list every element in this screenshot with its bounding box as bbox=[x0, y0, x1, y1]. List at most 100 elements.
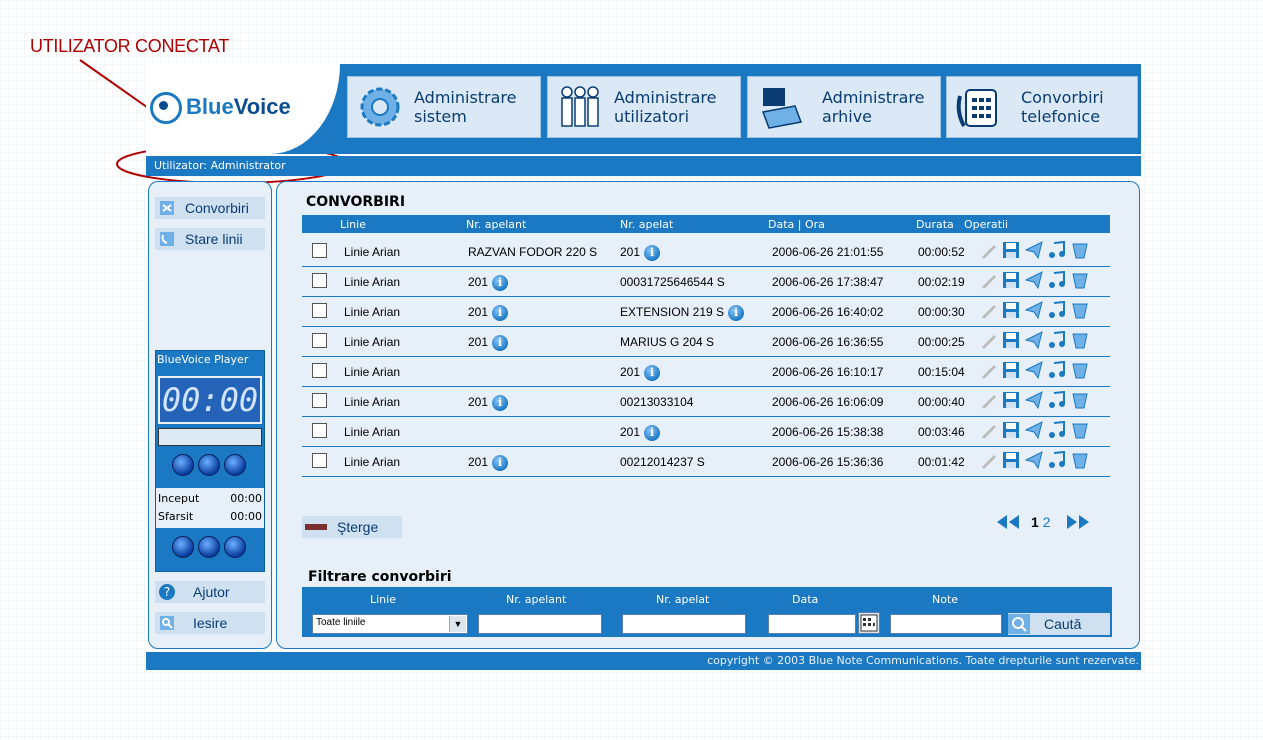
page-link-2[interactable]: 2 bbox=[1043, 514, 1051, 530]
send-email-icon[interactable] bbox=[1024, 240, 1044, 260]
play-icon[interactable] bbox=[1047, 330, 1067, 350]
first-page-icon[interactable] bbox=[995, 515, 1021, 529]
save-icon[interactable] bbox=[1001, 420, 1021, 440]
edit-note-icon[interactable] bbox=[978, 330, 998, 350]
delete-icon[interactable] bbox=[1070, 240, 1090, 260]
save-icon[interactable] bbox=[1001, 450, 1021, 470]
row-checkbox[interactable] bbox=[312, 363, 327, 378]
info-icon[interactable]: i bbox=[644, 245, 661, 261]
nav-phone-calls-button[interactable]: Convorbiri telefonice bbox=[946, 76, 1138, 138]
play-icon[interactable] bbox=[1047, 390, 1067, 410]
table-row[interactable]: Linie Arian 201 i EXTENSION 219 Si 2006-06-2… bbox=[302, 296, 1110, 327]
edit-note-icon[interactable] bbox=[978, 360, 998, 380]
edit-note-icon[interactable] bbox=[978, 240, 998, 260]
cell-date-time: 2006-06-26 16:10:17 bbox=[772, 365, 884, 379]
row-checkbox[interactable] bbox=[312, 273, 327, 288]
send-email-icon[interactable] bbox=[1024, 390, 1044, 410]
play-icon[interactable] bbox=[1047, 450, 1067, 470]
edit-note-icon[interactable] bbox=[978, 450, 998, 470]
cell-duration: 00:00:30 bbox=[918, 305, 965, 319]
row-checkbox[interactable] bbox=[312, 393, 327, 408]
send-email-icon[interactable] bbox=[1024, 300, 1044, 320]
play-icon[interactable] bbox=[1047, 270, 1067, 290]
table-row[interactable]: Linie Arian 201 i 00212014237 S 2006-06-26 1… bbox=[302, 446, 1110, 477]
set-end-marker-button[interactable] bbox=[198, 536, 220, 558]
play-icon[interactable] bbox=[1047, 360, 1067, 380]
callee-value: 00213033104 bbox=[620, 395, 694, 409]
sidebar-item-exit[interactable]: Iesire bbox=[155, 612, 265, 634]
search-button[interactable]: Caută bbox=[1008, 613, 1110, 635]
info-icon[interactable]: i bbox=[728, 305, 745, 321]
edit-note-icon[interactable] bbox=[978, 420, 998, 440]
send-email-icon[interactable] bbox=[1024, 450, 1044, 470]
info-icon[interactable]: i bbox=[492, 335, 509, 351]
callee-filter-input[interactable] bbox=[622, 614, 746, 634]
edit-note-icon[interactable] bbox=[978, 270, 998, 290]
send-email-icon[interactable] bbox=[1024, 270, 1044, 290]
delete-button[interactable]: Şterge bbox=[302, 516, 402, 538]
calendar-icon[interactable] bbox=[858, 612, 880, 634]
save-icon[interactable] bbox=[1001, 330, 1021, 350]
delete-icon[interactable] bbox=[1070, 450, 1090, 470]
nav-admin-users-button[interactable]: Administrare utilizatori bbox=[547, 76, 741, 138]
date-filter-input[interactable] bbox=[768, 614, 856, 634]
table-row[interactable]: Linie Arian 201 i 2006-06-26 16:10:17 00:15:… bbox=[302, 356, 1110, 387]
save-icon[interactable] bbox=[1001, 300, 1021, 320]
table-row[interactable]: Linie Arian RAZVAN FODOR 220 S 201 i 2006-06… bbox=[302, 236, 1110, 267]
rewind-button[interactable] bbox=[172, 454, 194, 476]
row-checkbox[interactable] bbox=[312, 423, 327, 438]
nav-admin-archive-button[interactable]: Administrare arhive bbox=[747, 76, 941, 138]
next-page-icon[interactable] bbox=[1065, 515, 1091, 529]
caller-filter-input[interactable] bbox=[478, 614, 602, 634]
info-icon[interactable]: i bbox=[492, 275, 509, 291]
stop-button[interactable] bbox=[224, 454, 246, 476]
sidebar-item-line-status[interactable]: Stare linii bbox=[155, 228, 265, 250]
play-icon[interactable] bbox=[1047, 420, 1067, 440]
delete-icon[interactable] bbox=[1070, 270, 1090, 290]
save-icon[interactable] bbox=[1001, 390, 1021, 410]
table-row[interactable]: Linie Arian 201 i 00213033104 2006-06-26 16:… bbox=[302, 386, 1110, 417]
table-row[interactable]: Linie Arian 201 i MARIUS G 204 S 2006-06-26 … bbox=[302, 326, 1110, 357]
row-checkbox[interactable] bbox=[312, 453, 327, 468]
pause-button[interactable] bbox=[198, 454, 220, 476]
table-row[interactable]: Linie Arian 201 i 2006-06-26 15:38:38 00:03:… bbox=[302, 416, 1110, 447]
edit-note-icon[interactable] bbox=[978, 390, 998, 410]
info-icon[interactable]: i bbox=[492, 455, 509, 471]
delete-icon[interactable] bbox=[1070, 390, 1090, 410]
sidebar-item-help[interactable]: ? Ajutor bbox=[155, 581, 265, 603]
player-progress-bar[interactable] bbox=[158, 428, 262, 446]
play-icon[interactable] bbox=[1047, 300, 1067, 320]
info-icon[interactable]: i bbox=[492, 305, 509, 321]
send-email-icon[interactable] bbox=[1024, 330, 1044, 350]
save-icon[interactable] bbox=[1001, 270, 1021, 290]
app-logo[interactable]: BlueVoice bbox=[150, 92, 291, 124]
sidebar-item-calls[interactable]: Convorbiri bbox=[155, 197, 265, 219]
send-email-icon[interactable] bbox=[1024, 420, 1044, 440]
callee-value: MARIUS G 204 S bbox=[620, 335, 715, 349]
cell-date-time: 2006-06-26 15:38:38 bbox=[772, 425, 884, 439]
delete-icon[interactable] bbox=[1070, 360, 1090, 380]
play-selection-button[interactable] bbox=[224, 536, 246, 558]
chevron-down-icon[interactable]: ▼ bbox=[449, 616, 466, 632]
line-select[interactable]: Toate liniile ▼ bbox=[312, 614, 468, 634]
notes-filter-input[interactable] bbox=[890, 614, 1002, 634]
play-icon[interactable] bbox=[1047, 240, 1067, 260]
row-checkbox[interactable] bbox=[312, 303, 327, 318]
row-checkbox[interactable] bbox=[312, 333, 327, 348]
info-icon[interactable]: i bbox=[644, 425, 661, 441]
page-link-1[interactable]: 1 bbox=[1031, 514, 1039, 530]
save-icon[interactable] bbox=[1001, 360, 1021, 380]
delete-icon[interactable] bbox=[1070, 420, 1090, 440]
table-row[interactable]: Linie Arian 201 i 00031725646544 S 2006-06-2… bbox=[302, 266, 1110, 297]
info-icon[interactable]: i bbox=[644, 365, 661, 381]
send-email-icon[interactable] bbox=[1024, 360, 1044, 380]
info-icon[interactable]: i bbox=[492, 395, 509, 411]
footer: copyright © 2003 Blue Note Communication… bbox=[146, 652, 1141, 670]
set-start-marker-button[interactable] bbox=[172, 536, 194, 558]
delete-icon[interactable] bbox=[1070, 300, 1090, 320]
save-icon[interactable] bbox=[1001, 240, 1021, 260]
edit-note-icon[interactable] bbox=[978, 300, 998, 320]
nav-admin-system-button[interactable]: Administrare sistem bbox=[347, 76, 541, 138]
delete-icon[interactable] bbox=[1070, 330, 1090, 350]
row-checkbox[interactable] bbox=[312, 243, 327, 258]
